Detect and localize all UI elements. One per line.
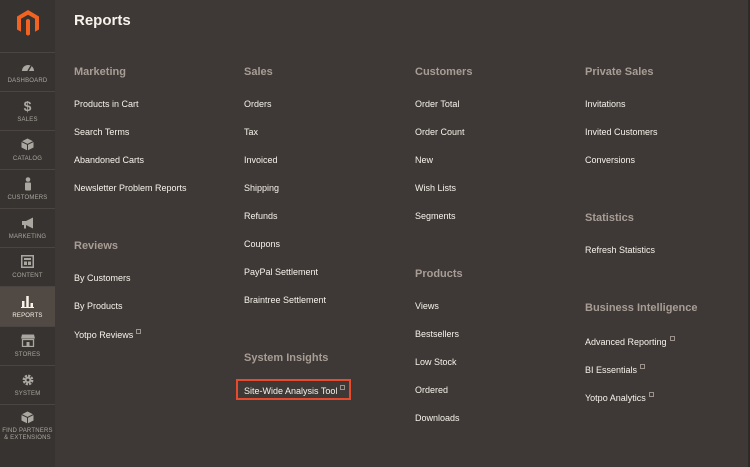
link-label: BI Essentials [585,365,638,375]
link-abandoned-carts[interactable]: Abandoned Carts [74,155,144,165]
link-braintree-settlement[interactable]: Braintree Settlement [244,295,326,305]
sidebar-item-marketing[interactable]: MARKETING [0,208,55,246]
section-title-business-intelligence: Business Intelligence [585,302,698,314]
sidebar-item-label: REPORTS [12,312,43,319]
external-link-icon [640,364,646,369]
link-orders[interactable]: Orders [244,99,272,109]
link-advanced-reporting[interactable]: Advanced Reporting [585,336,675,347]
person-icon [20,176,36,192]
link-invited-customers[interactable]: Invited Customers [585,127,658,137]
section-title-statistics: Statistics [585,212,634,224]
link-tax[interactable]: Tax [244,127,258,137]
sidebar-item-reports[interactable]: REPORTS [0,286,55,326]
dollar-icon: $ [23,97,32,114]
link-invitations[interactable]: Invitations [585,99,626,109]
sidebar-item-stores[interactable]: STORES [0,326,55,364]
magento-logo-icon [16,9,39,36]
link-shipping[interactable]: Shipping [244,183,279,193]
link-yotpo-reviews[interactable]: Yotpo Reviews [74,329,142,340]
sidebar-item-catalog[interactable]: CATALOG [0,130,55,168]
link-bestsellers[interactable]: Bestsellers [415,329,459,339]
gear-icon [20,372,36,388]
link-coupons[interactable]: Coupons [244,239,280,249]
sidebar-item-label: CUSTOMERS [7,194,48,201]
sidebar-item-label: SALES [17,116,38,123]
link-wish-lists[interactable]: Wish Lists [415,183,456,193]
storefront-icon [20,333,36,349]
external-link-icon [340,385,346,390]
admin-sidebar: DASHBOARD $ SALES CATALOG CUSTOMERS MARK… [0,0,55,467]
link-by-customers[interactable]: By Customers [74,273,131,283]
external-link-icon [669,336,675,341]
link-site-wide-analysis-tool[interactable]: Site-Wide Analysis Tool [244,385,346,396]
link-refresh-statistics[interactable]: Refresh Statistics [585,245,655,255]
link-segments[interactable]: Segments [415,211,456,221]
link-low-stock[interactable]: Low Stock [415,357,457,367]
bar-chart-icon [20,294,36,310]
link-invoiced[interactable]: Invoiced [244,155,278,165]
section-title-reviews: Reviews [74,240,119,252]
link-search-terms[interactable]: Search Terms [74,127,129,137]
sidebar-item-sales[interactable]: $ SALES [0,91,55,129]
sidebar-item-label: DASHBOARD [7,77,48,84]
link-newsletter-problem-reports[interactable]: Newsletter Problem Reports [74,183,187,193]
link-new[interactable]: New [415,155,433,165]
sidebar-item-customers[interactable]: CUSTOMERS [0,169,55,207]
megaphone-icon [20,215,36,231]
link-label: Yotpo Reviews [74,330,134,340]
magento-logo[interactable] [0,0,55,45]
link-refunds[interactable]: Refunds [244,211,278,221]
section-title-system-insights: System Insights [244,352,329,364]
link-yotpo-analytics[interactable]: Yotpo Analytics [585,392,654,403]
link-label: Site-Wide Analysis Tool [244,386,338,396]
layout-icon [20,254,36,270]
link-conversions[interactable]: Conversions [585,155,635,165]
link-products-in-cart[interactable]: Products in Cart [74,99,139,109]
link-paypal-settlement[interactable]: PayPal Settlement [244,267,318,277]
sidebar-item-label: CONTENT [12,272,43,279]
sidebar-item-label: FIND PARTNERS & EXTENSIONS [2,428,53,441]
section-title-customers: Customers [415,66,473,78]
sidebar-item-dashboard[interactable]: DASHBOARD [0,52,55,90]
external-link-icon [136,329,142,334]
section-title-products: Products [415,268,463,280]
link-views[interactable]: Views [415,301,439,311]
admin-app: DASHBOARD $ SALES CATALOG CUSTOMERS MARK… [0,0,750,467]
link-label: Advanced Reporting [585,337,667,347]
section-title-private-sales: Private Sales [585,66,654,78]
link-order-count[interactable]: Order Count [415,127,465,137]
link-by-products[interactable]: By Products [74,301,123,311]
link-ordered[interactable]: Ordered [415,385,448,395]
sidebar-item-find-partners[interactable]: FIND PARTNERS & EXTENSIONS [0,404,55,446]
box-icon [20,137,36,153]
sidebar-item-label: STORES [14,351,41,358]
sidebar-item-system[interactable]: SYSTEM [0,365,55,403]
link-downloads[interactable]: Downloads [415,413,460,423]
external-link-icon [648,392,654,397]
link-bi-essentials[interactable]: BI Essentials [585,364,646,375]
dashboard-icon [20,59,36,75]
page-title: Reports [74,12,131,29]
sidebar-item-content[interactable]: CONTENT [0,247,55,285]
section-title-sales: Sales [244,66,273,78]
section-title-marketing: Marketing [74,66,126,78]
cube-icon [20,409,36,425]
sidebar-item-label: MARKETING [8,233,47,240]
sidebar-item-label: CATALOG [12,155,43,162]
sidebar-item-label: SYSTEM [14,390,41,397]
link-order-total[interactable]: Order Total [415,99,459,109]
link-label: Yotpo Analytics [585,393,646,403]
